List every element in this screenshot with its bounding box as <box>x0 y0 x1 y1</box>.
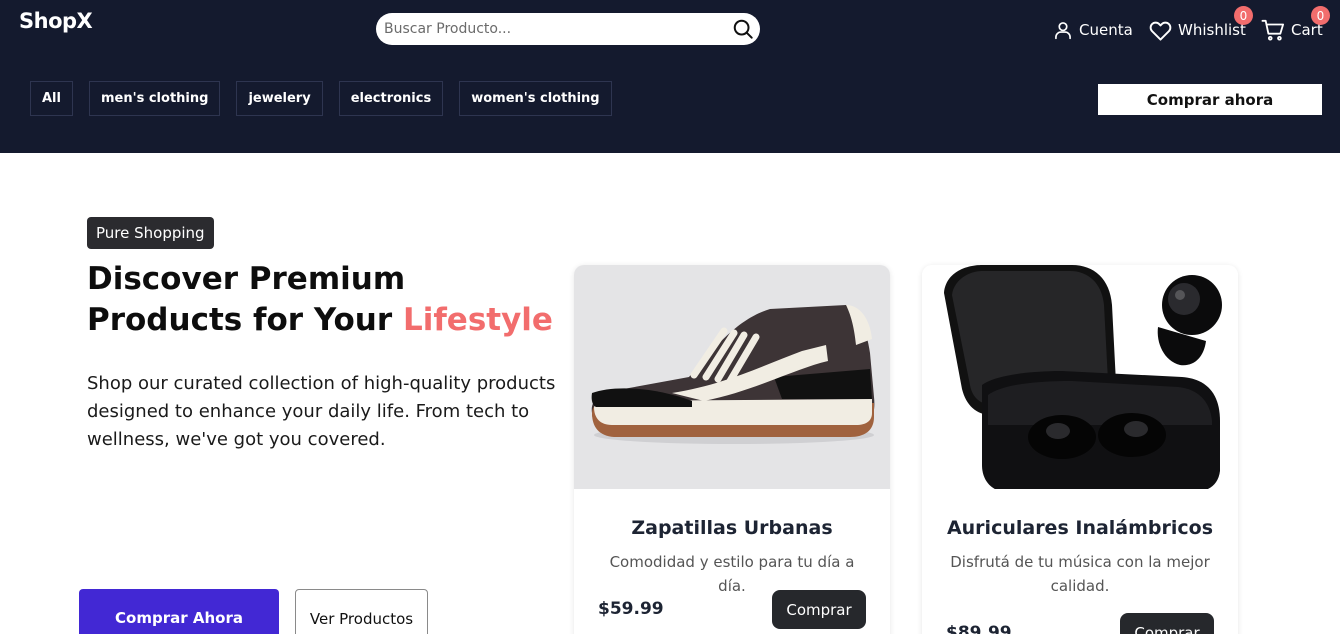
product-price: $59.99 <box>598 599 664 619</box>
product-name[interactable]: Zapatillas Urbanas <box>574 517 890 539</box>
product-card: Zapatillas Urbanas Comodidad y estilo pa… <box>574 265 890 634</box>
product-description: Disfrutá de tu música con la mejor calid… <box>950 553 1210 595</box>
view-products-button[interactable]: Ver Productos <box>295 589 428 634</box>
earbuds-image[interactable] <box>922 265 1238 489</box>
buy-now-header-button[interactable]: Comprar ahora <box>1098 84 1322 115</box>
user-icon <box>1055 22 1071 40</box>
hero-title-main: Discover Premium Products for Your <box>87 261 406 338</box>
shop-now-button[interactable]: Comprar Ahora <box>79 589 279 634</box>
wishlist-count-badge: 0 <box>1234 6 1253 25</box>
search-input[interactable] <box>384 13 724 45</box>
category-nav: All men's clothing jewelery electronics … <box>30 81 612 116</box>
buy-button[interactable]: Comprar <box>1120 613 1214 634</box>
category-womens-clothing[interactable]: women's clothing <box>459 81 612 116</box>
product-price: $89.99 <box>946 623 1012 634</box>
product-card: Auriculares Inalámbricos Disfrutá de tu … <box>922 265 1238 634</box>
cart-icon <box>1261 19 1284 41</box>
category-electronics[interactable]: electronics <box>338 81 444 116</box>
shopx-logo[interactable]: ShopX <box>19 9 93 33</box>
top-header: ShopX Cuenta Whishlist 0 Cart 0 All men'… <box>0 0 1340 153</box>
wishlist-label: Whishlist <box>1178 21 1246 39</box>
hero-tag: Pure Shopping <box>87 217 214 249</box>
heart-icon <box>1149 21 1172 41</box>
hero-description: Shop our curated collection of high-qual… <box>87 373 556 450</box>
search-bar <box>376 13 760 45</box>
category-jewelery[interactable]: jewelery <box>236 81 323 116</box>
category-mens-clothing[interactable]: men's clothing <box>88 81 221 116</box>
sneaker-image[interactable] <box>574 265 890 489</box>
buy-button[interactable]: Comprar <box>772 590 866 629</box>
category-all[interactable]: All <box>30 81 73 116</box>
cart-count-badge: 0 <box>1311 6 1330 25</box>
hero-title: Discover Premium Products for Your Lifes… <box>87 259 557 341</box>
account-label: Cuenta <box>1079 21 1133 39</box>
hero-title-accent: Lifestyle <box>402 302 553 338</box>
product-name[interactable]: Auriculares Inalámbricos <box>922 517 1238 539</box>
wishlist-link[interactable]: Whishlist <box>1149 16 1246 44</box>
account-link[interactable]: Cuenta <box>1053 16 1133 44</box>
search-icon[interactable] <box>732 18 754 40</box>
